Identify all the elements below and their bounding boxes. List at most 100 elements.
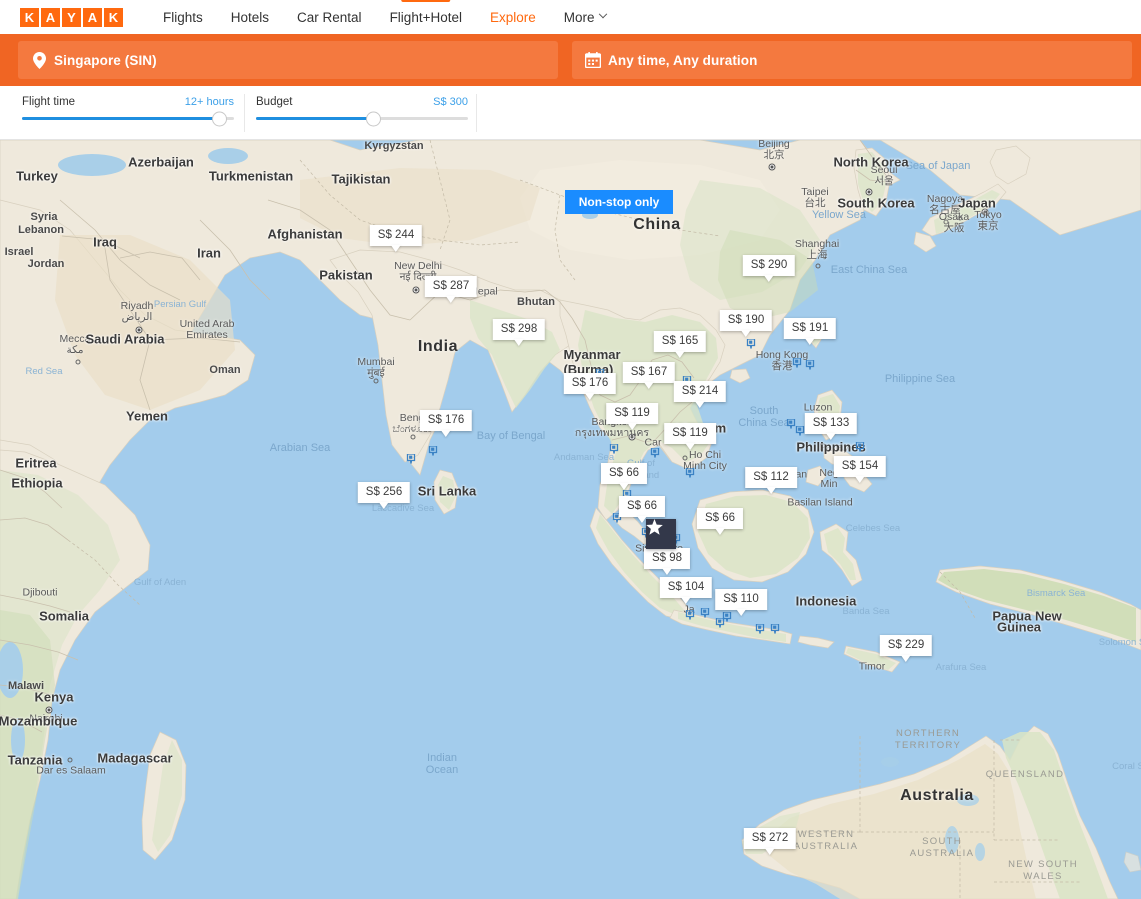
- airport-pin-icon: [700, 608, 710, 618]
- price-marker-tail: [684, 443, 695, 450]
- price-marker-tail: [764, 848, 775, 855]
- price-marker[interactable]: S$ 290: [742, 255, 796, 282]
- flight-time-track[interactable]: [22, 111, 234, 126]
- budget-track[interactable]: [256, 111, 468, 126]
- price-label: S$ 133: [804, 413, 858, 434]
- nav-item-flights[interactable]: Flights: [149, 0, 217, 34]
- price-marker[interactable]: S$ 176: [419, 410, 473, 437]
- price-marker-tail: [900, 655, 911, 662]
- city-dot-icon: [373, 378, 379, 384]
- price-marker[interactable]: S$ 191: [783, 318, 837, 345]
- price-marker-tail: [854, 476, 865, 483]
- price-marker-tail: [390, 245, 401, 252]
- city-dot-icon: [815, 263, 821, 269]
- price-marker-tail: [735, 609, 746, 616]
- explore-map[interactable]: .land { fill:#efe9dc; stroke:#d8d0bf; st…: [0, 140, 1141, 899]
- flight-time-label: Flight time: [22, 96, 76, 108]
- price-marker[interactable]: S$ 98: [643, 548, 691, 575]
- price-marker[interactable]: S$ 104: [659, 577, 713, 604]
- origin-field[interactable]: Singapore (SIN): [18, 41, 558, 79]
- nav-item-explore[interactable]: Explore: [476, 0, 550, 41]
- holidays-badge: HOLIDAYS: [401, 0, 451, 2]
- price-marker[interactable]: S$ 119: [606, 403, 658, 430]
- price-marker-tail: [715, 528, 725, 535]
- price-marker-tail: [674, 351, 685, 358]
- price-label: S$ 165: [653, 331, 707, 352]
- price-label: S$ 176: [563, 373, 617, 394]
- logo-letter: A: [83, 7, 102, 27]
- capital-dot-icon: [45, 706, 53, 714]
- price-marker[interactable]: S$ 176: [563, 373, 617, 400]
- logo-letter: K: [104, 7, 123, 27]
- price-marker-tail: [662, 568, 672, 575]
- price-marker[interactable]: S$ 112: [745, 467, 797, 494]
- airport-pin-icon: [855, 442, 865, 452]
- nav-item-flight-hotel[interactable]: HOLIDAYS Flight+Hotel: [376, 0, 476, 34]
- price-marker[interactable]: S$ 66: [618, 496, 666, 523]
- price-marker[interactable]: S$ 244: [369, 225, 423, 252]
- price-marker-tail: [643, 382, 654, 389]
- price-label: S$ 229: [879, 635, 933, 656]
- price-marker[interactable]: S$ 298: [492, 319, 546, 346]
- price-label: S$ 256: [357, 482, 411, 503]
- city-dot-icon: [410, 434, 416, 440]
- price-label: S$ 66: [696, 508, 744, 529]
- price-marker[interactable]: S$ 133: [804, 413, 858, 440]
- nav-label: Explore: [489, 9, 536, 25]
- kayak-logo[interactable]: K A Y A K: [20, 7, 123, 27]
- city-dot-icon: [67, 757, 73, 763]
- nav-item-more[interactable]: More: [550, 0, 620, 34]
- airport-pin-icon: [786, 419, 796, 429]
- price-label: S$ 119: [606, 403, 658, 424]
- city-dot-icon: [75, 359, 81, 365]
- price-marker[interactable]: S$ 256: [357, 482, 411, 509]
- price-marker[interactable]: S$ 154: [833, 456, 887, 483]
- airport-pin-icon: [609, 444, 619, 454]
- price-label: S$ 167: [622, 362, 676, 383]
- city-dot-icon: [682, 455, 688, 461]
- price-marker-tail: [378, 502, 389, 509]
- filter-divider: [476, 94, 477, 132]
- price-marker[interactable]: S$ 66: [600, 463, 648, 490]
- capital-dot-icon: [981, 208, 989, 216]
- nav-label: Car Rental: [297, 9, 362, 25]
- price-marker[interactable]: S$ 229: [879, 635, 933, 662]
- airport-pin-icon: [685, 610, 695, 620]
- airport-pin-icon: [406, 454, 416, 464]
- capital-dot-icon: [628, 433, 636, 441]
- logo-letter: Y: [62, 7, 81, 27]
- origin-star-marker[interactable]: [646, 519, 676, 549]
- price-marker[interactable]: S$ 272: [743, 828, 797, 855]
- price-marker[interactable]: S$ 190: [719, 310, 773, 337]
- price-marker-tail: [740, 330, 751, 337]
- location-pin-icon: [24, 51, 54, 69]
- capital-dot-icon: [135, 326, 143, 334]
- price-label: S$ 176: [419, 410, 473, 431]
- price-label: S$ 190: [719, 310, 773, 331]
- nav-item-hotels[interactable]: Hotels: [217, 0, 283, 34]
- flight-time-slider-group: Flight time 12+ hours: [22, 86, 234, 140]
- price-marker-tail: [584, 393, 595, 400]
- price-label: S$ 298: [492, 319, 546, 340]
- price-marker-tail: [513, 339, 524, 346]
- top-header: K A Y A K Flights Hotels Car Rental HOLI…: [0, 0, 1141, 41]
- price-marker[interactable]: S$ 214: [673, 381, 727, 408]
- price-label: S$ 214: [673, 381, 727, 402]
- capital-dot-icon: [865, 188, 873, 196]
- budget-handle[interactable]: [365, 111, 381, 126]
- price-marker-tail: [626, 423, 637, 430]
- price-marker[interactable]: S$ 287: [424, 276, 478, 303]
- nav-item-car-rental[interactable]: Car Rental: [283, 0, 376, 34]
- capital-dot-icon: [768, 163, 776, 171]
- price-label: S$ 272: [743, 828, 797, 849]
- airport-pin-icon: [770, 624, 780, 634]
- price-marker[interactable]: S$ 110: [715, 589, 767, 616]
- date-field[interactable]: Any time, Any duration: [572, 41, 1132, 79]
- price-label: S$ 244: [369, 225, 423, 246]
- price-marker[interactable]: S$ 119: [664, 423, 716, 450]
- flight-time-handle[interactable]: [212, 111, 228, 126]
- price-marker[interactable]: S$ 167: [622, 362, 676, 389]
- price-marker[interactable]: S$ 165: [653, 331, 707, 358]
- stops-nonstop-button[interactable]: Non-stop only: [564, 190, 674, 214]
- price-marker[interactable]: S$ 66: [696, 508, 744, 535]
